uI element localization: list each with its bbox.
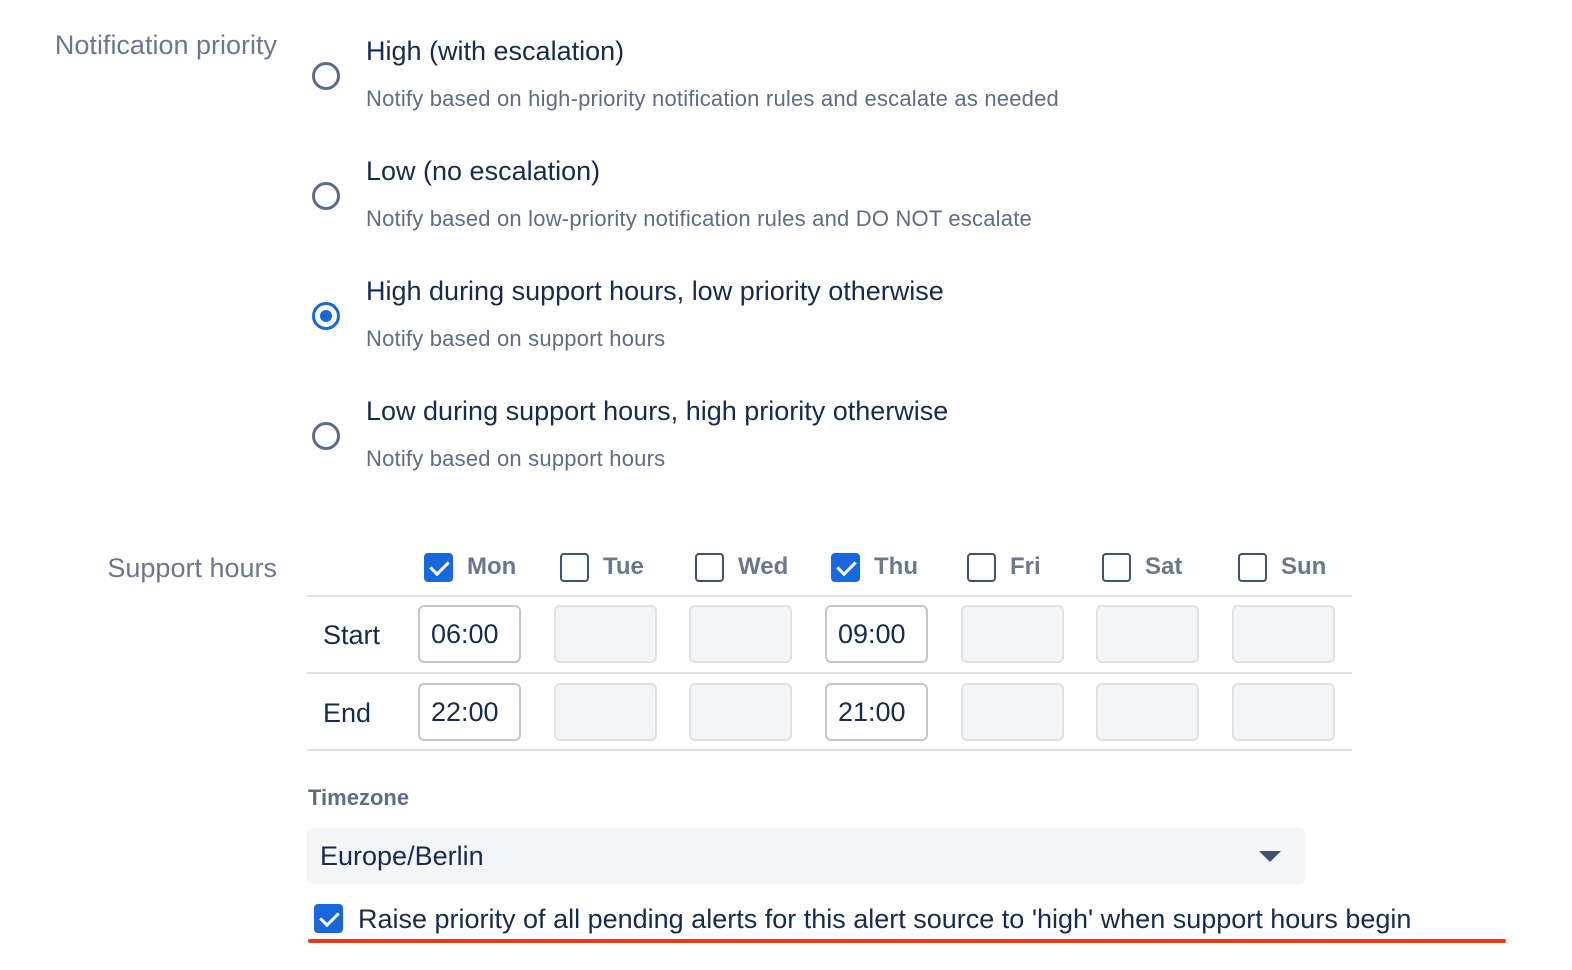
timezone-label: Timezone [308, 785, 410, 810]
option-title: High during support hours, low priority … [366, 276, 944, 306]
day-toggle-fri[interactable]: Fri [967, 549, 1041, 585]
day-toggle-thu[interactable]: Thu [831, 549, 918, 585]
day-label-tue: Tue [603, 553, 644, 580]
radio-low-support-hours[interactable] [312, 422, 340, 450]
checkbox-sun[interactable] [1238, 552, 1267, 582]
checkbox-fri[interactable] [967, 552, 996, 582]
start-row-label: Start [323, 620, 381, 650]
end-time-sun[interactable] [1232, 683, 1335, 741]
end-time-mon[interactable] [418, 683, 521, 741]
notification-priority-label: Notification priority [54, 30, 277, 60]
day-label-thu: Thu [874, 553, 918, 580]
timezone-select[interactable]: Europe/Berlin [307, 828, 1305, 884]
end-time-fri[interactable] [961, 683, 1064, 741]
radio-high-support-hours[interactable] [312, 302, 340, 330]
option-description: Notify based on low-priority notificatio… [366, 206, 1032, 231]
option-title: Low during support hours, high priority … [366, 396, 949, 426]
start-time-sun[interactable] [1232, 605, 1335, 663]
end-time-sat[interactable] [1096, 683, 1199, 741]
day-toggle-wed[interactable]: Wed [695, 549, 788, 585]
chevron-down-icon [1259, 851, 1281, 862]
table-divider [307, 749, 1352, 751]
start-time-fri[interactable] [961, 605, 1064, 663]
start-time-thu[interactable] [825, 605, 928, 663]
option-description: Notify based on support hours [366, 446, 666, 471]
raise-priority-checkbox[interactable] [314, 904, 343, 933]
day-label-wed: Wed [738, 553, 789, 580]
option-title: Low (no escalation) [366, 156, 601, 186]
option-title: High (with escalation) [366, 36, 625, 66]
day-label-sat: Sat [1145, 553, 1183, 580]
day-toggle-sun[interactable]: Sun [1238, 549, 1326, 585]
end-row-label: End [323, 698, 372, 728]
start-time-wed[interactable] [689, 605, 792, 663]
start-time-tue[interactable] [554, 605, 657, 663]
day-label-fri: Fri [1010, 553, 1041, 580]
day-label-sun: Sun [1281, 553, 1327, 580]
checkbox-tue[interactable] [560, 552, 589, 582]
support-hours-label: Support hours [107, 553, 277, 583]
end-time-tue[interactable] [554, 683, 657, 741]
day-toggle-mon[interactable]: Mon [424, 549, 516, 585]
highlight-underline [308, 939, 1506, 943]
table-divider [307, 672, 1352, 674]
radio-low-no-escalation[interactable] [312, 182, 340, 210]
option-description: Notify based on support hours [366, 326, 666, 351]
checkbox-sat[interactable] [1102, 552, 1131, 582]
timezone-value: Europe/Berlin [320, 841, 484, 871]
table-divider [307, 595, 1352, 597]
end-time-wed[interactable] [689, 683, 792, 741]
end-time-thu[interactable] [825, 683, 928, 741]
day-toggle-tue[interactable]: Tue [560, 549, 644, 585]
checkbox-wed[interactable] [695, 552, 724, 582]
option-description: Notify based on high-priority notificati… [366, 86, 1059, 111]
checkbox-mon[interactable] [424, 552, 453, 582]
checkbox-thu[interactable] [831, 552, 860, 582]
day-toggle-sat[interactable]: Sat [1102, 549, 1182, 585]
start-time-sat[interactable] [1096, 605, 1199, 663]
day-label-mon: Mon [467, 553, 517, 580]
start-time-mon[interactable] [418, 605, 521, 663]
raise-priority-label[interactable]: Raise priority of all pending alerts for… [358, 904, 1411, 935]
radio-high-escalation[interactable] [312, 62, 340, 90]
